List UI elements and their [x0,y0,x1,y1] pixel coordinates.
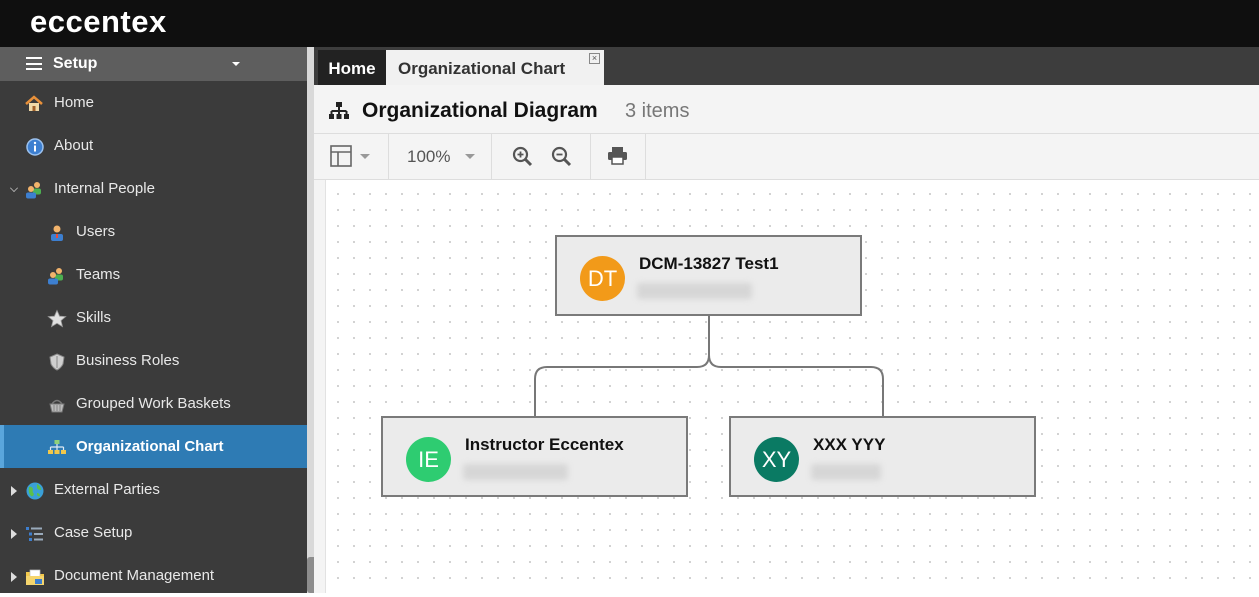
sidebar-item-label: External Parties [54,481,160,498]
diagram-toolbar: 100% [314,134,1259,180]
toolbar-divider [388,134,389,180]
sidebar-item-label: Teams [76,266,121,283]
folder-documents-icon [26,569,44,585]
sidebar-item-teams[interactable]: Teams [0,253,307,296]
sidebar-item-label: About [54,137,94,154]
sidebar-item-label: Document Management [54,567,215,584]
sidebar-item-organizational-chart[interactable]: Organizational Chart [0,425,307,468]
sidebar-item-label: Grouped Work Baskets [76,395,231,412]
expand-icon[interactable] [11,572,17,582]
sidebar-item-label: Organizational Chart [76,438,224,455]
sidebar-item-home[interactable]: Home [0,81,307,124]
org-chart-icon [329,102,349,119]
sidebar-item-skills[interactable]: Skills [0,296,307,339]
toolbar-divider [491,134,492,180]
sidebar-item-label: Home [54,94,95,111]
user-icon [51,225,63,241]
info-icon [26,138,44,156]
tab-organizational-chart[interactable]: Organizational Chart × [386,50,604,85]
redacted-subtitle [811,464,881,480]
redacted-subtitle [637,283,752,299]
sidebar-item-label: Business Roles [76,352,180,369]
layout-dropdown-icon[interactable] [360,154,370,159]
sidebar-resize-handle[interactable] [307,47,314,593]
expand-icon[interactable] [11,529,17,539]
collapse-icon[interactable] [10,184,18,192]
org-node[interactable]: IE Instructor Eccentex [381,416,688,497]
sidebar-item-business-roles[interactable]: Business Roles [0,339,307,382]
tree-list-icon [26,527,43,541]
expand-icon[interactable] [11,486,17,496]
tab-label: Home [328,59,376,78]
toolbar-divider [645,134,646,180]
sidebar-item-case-setup[interactable]: Case Setup [0,511,307,554]
connector-line [534,316,710,416]
node-name: Instructor Eccentex [465,435,624,454]
sidebar-item-document-management[interactable]: Document Management [0,554,307,597]
sidebar-item-grouped-work-baskets[interactable]: Grouped Work Baskets [0,382,307,425]
sidebar-item-about[interactable]: About [0,124,307,167]
collapse-sidebar-knob[interactable] [307,557,314,593]
node-name: XXX YYY [813,435,886,454]
toolbar-divider [590,134,591,180]
avatar: XY [754,437,799,482]
star-icon [47,309,67,328]
connector-line [708,316,884,416]
sidebar-item-external-parties[interactable]: External Parties [0,468,307,511]
menu-icon [26,57,42,70]
sidebar-item-label: Skills [76,309,112,326]
zoom-dropdown-icon[interactable] [465,154,475,159]
close-tab-icon[interactable]: × [589,53,600,64]
diagram-canvas[interactable]: DT DCM-13827 Test1 IE Instructor Eccente… [326,180,1259,593]
zoom-in-icon[interactable] [512,146,533,167]
top-bar: eccentex [0,0,1259,47]
page-header: Organizational Diagram 3 items [314,85,1259,134]
canvas-gutter [314,180,326,593]
app-logo[interactable]: eccentex [30,4,167,40]
org-node[interactable]: XY XXX YYY [729,416,1036,497]
print-icon[interactable] [607,146,628,165]
node-name: DCM-13827 Test1 [639,254,779,273]
layout-icon[interactable] [330,145,352,167]
sidebar-item-label: Case Setup [54,524,133,541]
sidebar-item-users[interactable]: Users [0,210,307,253]
zoom-level[interactable]: 100% [407,147,450,167]
avatar: DT [580,256,625,301]
team-icon [48,268,63,285]
tab-bar: Home Organizational Chart × [314,47,1259,85]
sidebar-header[interactable]: Setup [0,47,307,81]
globe-icon [26,482,44,500]
chevron-down-icon [232,62,240,66]
people-icon [26,182,41,199]
sidebar-item-internal-people[interactable]: Internal People [0,167,307,210]
home-icon [25,95,43,111]
redacted-subtitle [463,464,568,480]
tab-home[interactable]: Home [318,50,386,85]
sidebar: Setup Home About Internal People Users T… [0,47,307,593]
org-node[interactable]: DT DCM-13827 Test1 [555,235,862,316]
basket-icon [49,399,65,413]
org-chart-icon [48,440,66,454]
avatar: IE [406,437,451,482]
tab-label: Organizational Chart [398,59,566,78]
item-count: 3 items [625,100,690,122]
sidebar-title: Setup [53,55,98,72]
page-title: Organizational Diagram [362,99,598,122]
sidebar-item-label: Users [76,223,116,240]
sidebar-item-label: Internal People [54,180,155,197]
shield-icon [49,353,65,371]
zoom-out-icon[interactable] [551,146,572,167]
